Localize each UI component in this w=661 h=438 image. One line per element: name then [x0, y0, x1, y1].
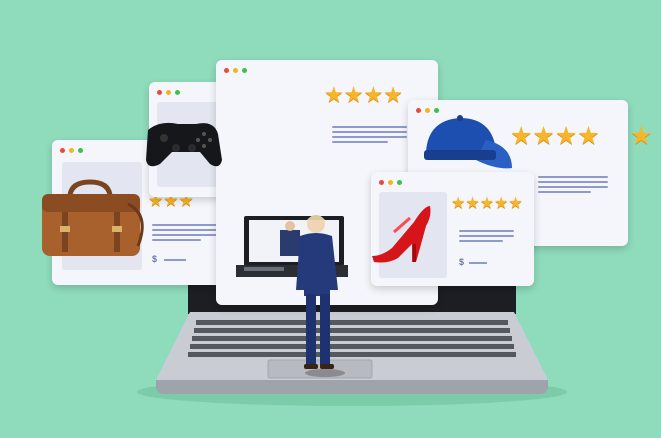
high-heel-icon	[372, 206, 431, 263]
briefcase-icon	[42, 179, 144, 256]
cap-icon	[424, 115, 512, 169]
foreground-scene	[42, 115, 512, 377]
gamepad-icon	[146, 122, 222, 167]
